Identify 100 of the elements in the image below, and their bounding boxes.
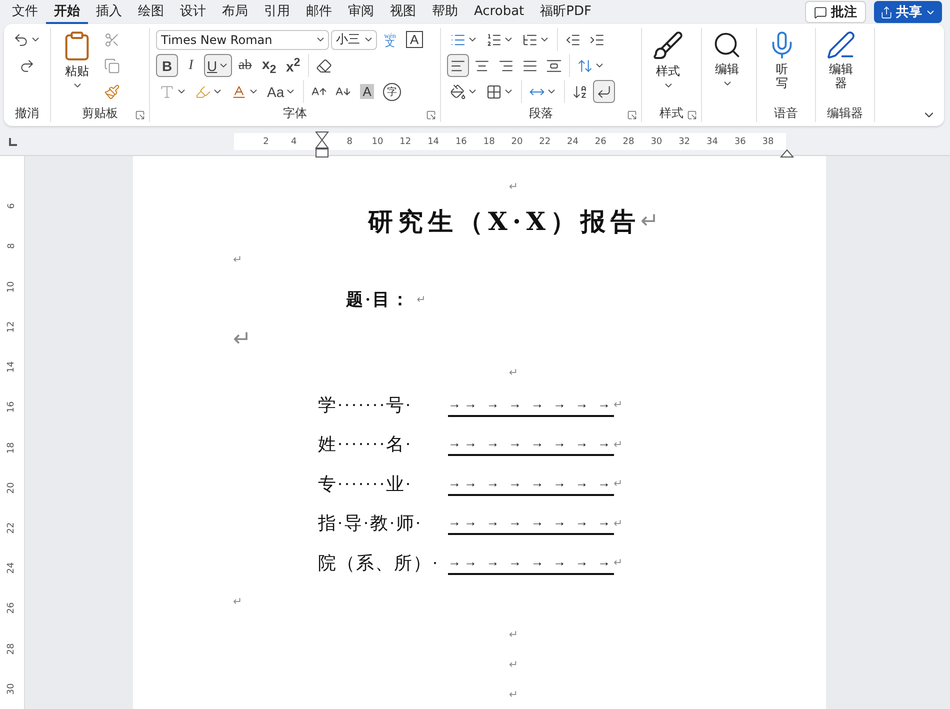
group-label: 样式 <box>660 104 684 122</box>
menu-tab[interactable]: 插入 <box>88 0 130 24</box>
share-button[interactable]: 共享 <box>874 1 942 23</box>
editor-button[interactable]: 编辑器 <box>822 28 860 104</box>
ruler-number: 8 <box>346 136 354 146</box>
dialog-launcher-icon <box>687 110 697 120</box>
ruler-number: 22 <box>7 522 17 534</box>
paragraph-mark: ↵ <box>614 477 623 490</box>
document-title: 研究生（X·X）报告 <box>368 206 641 238</box>
paragraph-mark: ↵ <box>614 398 623 412</box>
dialog-launcher-icon <box>135 110 145 120</box>
ruler-number: 20 <box>7 482 17 494</box>
form-label: 学·······号· <box>318 394 413 417</box>
menu-tab[interactable]: 视图 <box>382 0 424 24</box>
paragraph-mark: ↵ <box>508 658 518 672</box>
comment-icon <box>814 6 827 18</box>
fill-in-line: →→ → → → → → → <box>448 472 614 496</box>
group-label: 段落 <box>529 104 553 122</box>
ruler-number: 26 <box>7 602 17 614</box>
paintbrush-icon <box>104 84 120 100</box>
menu-tab[interactable]: 布局 <box>214 0 256 24</box>
paint-bucket-icon <box>450 84 466 100</box>
styles-button[interactable]: 样式 <box>648 28 688 104</box>
ruler-number: 32 <box>678 136 692 146</box>
copy-icon <box>104 58 120 74</box>
ruler-number: 16 <box>454 136 468 146</box>
change-case-button[interactable]: Aa <box>264 80 300 103</box>
menu-tab[interactable]: 审阅 <box>340 0 382 24</box>
ruler-number: 12 <box>7 321 17 333</box>
ruler-number: 14 <box>7 361 17 373</box>
character-shading-button[interactable]: A <box>356 80 378 103</box>
paragraph-mark: ↵ <box>233 253 242 266</box>
underline-button[interactable]: U <box>204 54 232 77</box>
right-indent-marker-icon[interactable] <box>780 149 794 158</box>
editing-button[interactable]: 编辑 <box>708 28 746 104</box>
ruler-number: 28 <box>7 642 17 654</box>
ruler-number: 8 <box>7 243 17 250</box>
paragraph-mark: ↵ <box>614 516 623 530</box>
menu-tab[interactable]: 引用 <box>256 0 298 24</box>
ruler-number: 26 <box>594 136 608 146</box>
menu-tab[interactable]: 绘图 <box>130 0 172 24</box>
ruler-number: 14 <box>426 136 440 146</box>
redo-icon <box>19 58 35 74</box>
ruler-number: 10 <box>370 136 384 146</box>
line-spacing-icon <box>577 58 593 74</box>
bold-button[interactable]: B <box>156 54 178 77</box>
superscript-button[interactable]: x$^{2}$ <box>282 54 304 77</box>
show-marks-button[interactable] <box>593 80 615 103</box>
form-label: 指·导·教·师· <box>318 512 423 536</box>
comments-button[interactable]: 批注 <box>805 1 866 23</box>
group-label: 字体 <box>283 104 307 122</box>
subscript-button[interactable]: x$_{2}$ <box>258 54 280 77</box>
italic-button[interactable]: I <box>180 54 202 77</box>
group-label: 语音 <box>774 104 798 122</box>
menu-tab[interactable]: 设计 <box>172 0 214 24</box>
dictate-button[interactable]: 听写 <box>763 28 801 104</box>
letter-icon <box>159 84 175 100</box>
paste-button[interactable]: 粘贴 <box>57 28 97 104</box>
fill-in-line: →→ → → → → → → <box>448 511 614 536</box>
search-icon <box>712 30 742 60</box>
ruler-number: 6 <box>7 203 17 209</box>
menu-tab[interactable]: Acrobat <box>466 0 532 24</box>
pen-icon <box>826 30 856 60</box>
indent-marker-icon[interactable] <box>314 131 329 159</box>
font-size-field[interactable]: 小三 <box>331 30 377 50</box>
ruler-number: 2 <box>262 136 270 146</box>
tab-selector-icon[interactable] <box>8 138 16 146</box>
group-label: 剪贴板 <box>82 104 118 122</box>
align-left-button[interactable] <box>447 54 469 77</box>
ruler-number: 16 <box>7 402 17 413</box>
styles-icon <box>652 30 684 62</box>
sort-icon <box>572 84 588 100</box>
ruler-number: 4 <box>290 136 298 146</box>
dialog-launcher-icon <box>426 110 436 120</box>
strikethrough-button[interactable]: ab <box>234 54 256 77</box>
menu-tab[interactable]: 福昕PDF <box>532 0 600 24</box>
paragraph-mark: ↵ <box>508 688 518 701</box>
ruler-number: 30 <box>650 136 664 146</box>
paragraph-mark: ↵ <box>614 438 623 451</box>
menu-tab[interactable]: 文件 <box>4 0 46 24</box>
fill-in-line: →→ → → → → → → <box>448 392 614 417</box>
ruler-number: 28 <box>622 136 636 146</box>
ruler-number: 22 <box>538 136 552 146</box>
ruler-number: 36 <box>733 136 747 146</box>
highlighter-icon <box>195 84 211 100</box>
scissors-icon <box>104 32 120 48</box>
font-name-field[interactable]: Times New Roman <box>156 30 329 50</box>
ruler-number: 24 <box>7 562 17 574</box>
font-color-icon <box>231 84 247 100</box>
paragraph-mark: ↵ <box>508 366 518 379</box>
paragraph-mark: ↵ <box>640 208 659 234</box>
ruler-number: 24 <box>566 136 580 146</box>
menu-tab[interactable]: 邮件 <box>298 0 340 24</box>
paragraph-mark-icon <box>596 84 612 100</box>
ruler-number: 12 <box>398 136 412 146</box>
ruler-number: 18 <box>482 136 496 146</box>
menu-tab[interactable]: 帮助 <box>424 0 466 24</box>
group-label: 撤消 <box>15 104 39 122</box>
paragraph-mark: ↵ <box>508 180 518 194</box>
group-label: 编辑器 <box>827 104 863 122</box>
